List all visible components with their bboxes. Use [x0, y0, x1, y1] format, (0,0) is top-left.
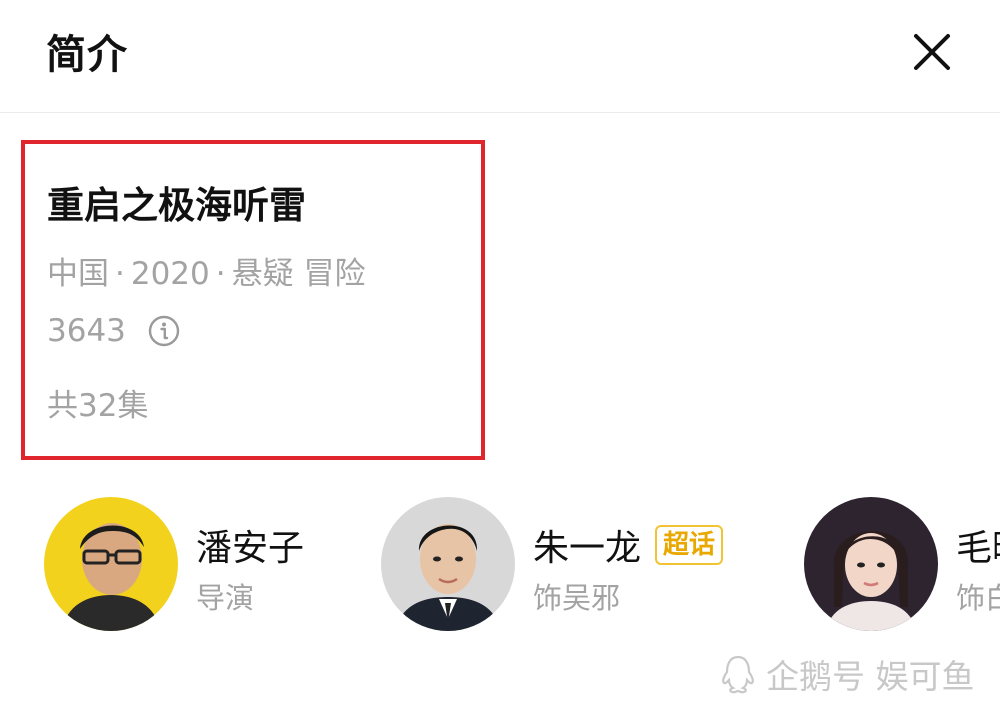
cast-item-director[interactable]: 潘安子 导演 — [44, 497, 344, 631]
header: 简介 — [0, 0, 1000, 113]
cast-name: 潘安子 — [196, 519, 304, 571]
cast-item-actor[interactable]: 朱一龙 超话 饰吴邪 — [381, 497, 761, 631]
show-country: 中国 — [47, 256, 109, 292]
rating-row: 3643 — [47, 313, 180, 349]
cast-name: 毛晓彤 — [956, 519, 1000, 571]
cast-name-text: 朱一龙 — [533, 528, 642, 569]
cast-name-text: 毛晓彤 — [956, 528, 1000, 569]
show-year: 2020 — [130, 256, 210, 292]
watermark: 企鹅号 娱可鱼 — [720, 650, 975, 698]
cast-role: 饰吴邪 — [533, 581, 621, 615]
avatar[interactable] — [44, 497, 178, 631]
close-button[interactable] — [910, 30, 954, 74]
cast-name-text: 潘安子 — [196, 528, 305, 569]
rating-count: 3643 — [47, 313, 126, 349]
show-meta: 中国 · 2020 · 悬疑 冒险 — [47, 256, 366, 292]
cast-item-actress[interactable]: 毛晓彤 饰白昊天 — [804, 497, 1000, 631]
info-icon[interactable] — [148, 315, 180, 347]
close-icon — [914, 34, 950, 70]
cast-role: 导演 — [196, 581, 255, 615]
episode-count: 共32集 — [47, 388, 149, 424]
page-title: 简介 — [46, 32, 128, 78]
super-topic-badge[interactable]: 超话 — [655, 525, 724, 565]
avatar[interactable] — [381, 497, 515, 631]
cast-name: 朱一龙 超话 — [533, 519, 724, 571]
watermark-text: 企鹅号 娱可鱼 — [766, 657, 975, 696]
cast-role: 饰白昊天 — [956, 581, 1000, 615]
show-genres: 悬疑 冒险 — [231, 256, 366, 292]
avatar[interactable] — [804, 497, 938, 631]
qq-penguin-icon — [722, 655, 754, 694]
show-title: 重启之极海听雷 — [47, 184, 306, 227]
